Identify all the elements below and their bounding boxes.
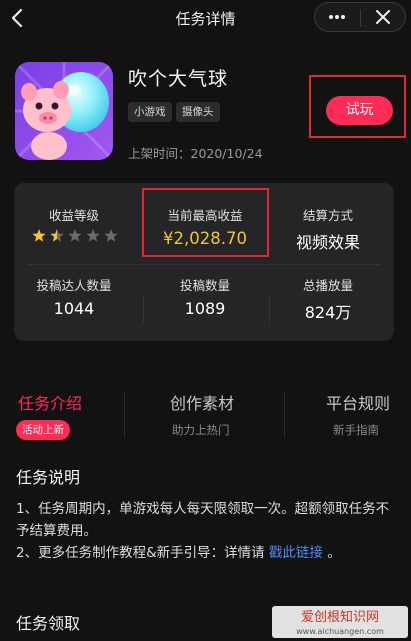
- tag-mini-game: 小游戏: [128, 102, 172, 122]
- app-name: 吹个大气球: [128, 68, 229, 90]
- tab-subtitle: 新手指南: [333, 423, 379, 437]
- svg-text:www.aichuangen.com: www.aichuangen.com: [296, 627, 384, 636]
- rating-star: [86, 229, 100, 242]
- max-income-label: 当前最高收益: [167, 208, 243, 223]
- tab-platform-rules[interactable]: 平台规则: [326, 390, 390, 414]
- top-bar: 任务详情: [0, 0, 411, 36]
- tab-divider: [284, 392, 285, 438]
- app-icon: [15, 62, 113, 160]
- svg-text:爱创根知识网: 爱创根知识网: [301, 609, 379, 625]
- tutorial-link[interactable]: 戳此链接: [269, 545, 323, 561]
- task-desc-line-1: 1、任务周期内，单游戏每人每天限领取一次。超额领取任务不予结算费用。: [16, 501, 390, 539]
- rating-star: [68, 229, 82, 242]
- task-desc-line-2-text: 2、更多任务制作教程&新手引导：详情请: [16, 545, 269, 561]
- launch-date: 上架时间：2020/10/24: [128, 146, 263, 161]
- star-rating-icon: [32, 229, 118, 242]
- rating-star: [104, 229, 118, 242]
- plays-value: 824万: [304, 303, 352, 322]
- close-icon: [376, 10, 390, 24]
- income-level-label: 收益等级: [48, 208, 99, 223]
- stats-col-divider: [143, 296, 144, 324]
- rating-star: [50, 229, 64, 242]
- watermark-logo: 爱创根知识网 www.aichuangen.com: [272, 606, 408, 638]
- try-play-button[interactable]: 试玩: [326, 96, 393, 125]
- rating-star: [32, 229, 46, 242]
- settle-method-value: 视频效果: [295, 233, 360, 252]
- stats-divider: [28, 264, 380, 265]
- task-desc-line-2: 2、更多任务制作教程&新手引导：详情请 戳此链接 。: [16, 542, 396, 564]
- section-title-task-desc: 任务说明: [16, 468, 81, 487]
- mini-program-capsule: [314, 2, 406, 32]
- tab-divider: [124, 392, 125, 438]
- pig-balloon-game-icon: [15, 62, 113, 160]
- section-title-task-claim: 任务领取: [16, 614, 81, 633]
- max-income-value: ¥2,028.70: [163, 229, 247, 248]
- plays-label: 总播放量: [302, 278, 353, 293]
- watermark-logo-icon: 爱创根知识网 www.aichuangen.com: [272, 606, 408, 638]
- more-dots-icon: [329, 15, 345, 19]
- task-desc-line-2-end: 。: [322, 545, 341, 561]
- creators-label: 投稿达人数量: [36, 278, 112, 293]
- tag-camera: 摄像头: [176, 102, 220, 122]
- creators-value: 1044: [53, 299, 95, 318]
- tab-creative-material[interactable]: 创作素材: [170, 390, 234, 414]
- posts-value: 1089: [184, 299, 226, 318]
- tab-task-intro[interactable]: 任务介绍: [18, 390, 82, 414]
- settle-method-label: 结算方式: [302, 208, 353, 223]
- close-button[interactable]: [361, 3, 406, 31]
- income-level-stars: [31, 228, 121, 244]
- tab-badge-new: 活动上新: [16, 420, 70, 440]
- tab-subtitle: 助力上热门: [172, 423, 230, 437]
- more-button[interactable]: [315, 3, 360, 31]
- posts-label: 投稿数量: [179, 278, 230, 293]
